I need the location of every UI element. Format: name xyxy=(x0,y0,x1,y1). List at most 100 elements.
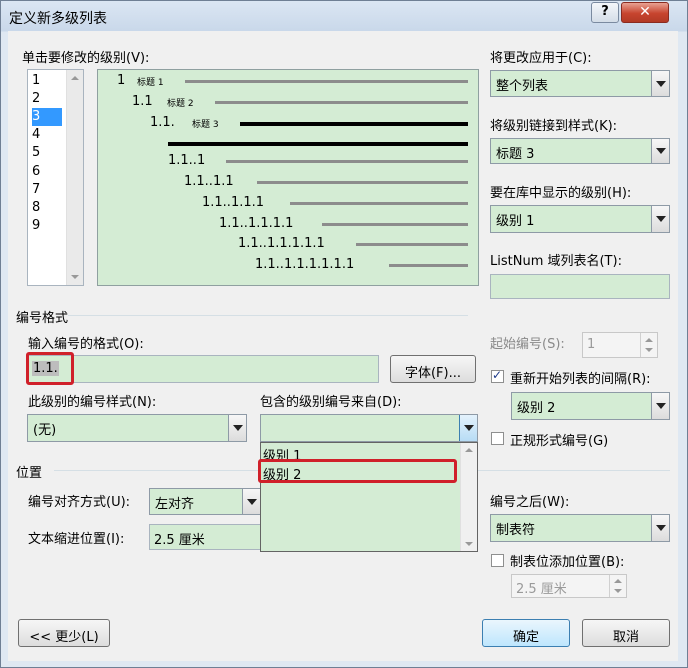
restart-checkbox[interactable] xyxy=(491,368,504,383)
preview-number: 1.1..1.1.1.1.1 xyxy=(238,236,325,251)
tab-add-checkbox[interactable] xyxy=(491,554,504,567)
include-level-dropdown-button[interactable] xyxy=(459,415,477,441)
chevron-down-icon xyxy=(656,525,666,531)
spin-down-icon[interactable] xyxy=(645,348,653,352)
preview-line xyxy=(257,181,468,184)
ok-button[interactable]: 确定 xyxy=(482,619,570,647)
preview-heading: 标题 1 xyxy=(137,78,164,88)
help-button[interactable]: ? xyxy=(591,2,619,23)
chevron-down-icon xyxy=(656,403,666,409)
cancel-button-label: 取消 xyxy=(612,630,639,645)
include-level-combo[interactable] xyxy=(260,414,478,442)
spin-down-icon[interactable] xyxy=(614,589,622,593)
preview-number: 1.1..1.1.1.1 xyxy=(219,216,294,231)
restart-level-dropdown-button[interactable] xyxy=(651,393,669,419)
listnum-field[interactable] xyxy=(490,274,670,299)
indent-spinner[interactable]: 2.5 厘米 xyxy=(149,524,261,550)
format-highlight-box xyxy=(26,352,74,385)
chevron-down-icon xyxy=(464,425,474,431)
preview-line xyxy=(168,142,468,146)
align-label: 编号对齐方式(U): xyxy=(28,495,131,510)
preview-line xyxy=(215,101,468,104)
format-input[interactable]: 1.1. xyxy=(27,355,379,383)
position-heading: 位置 xyxy=(16,466,43,481)
font-button[interactable]: 字体(F)... xyxy=(390,355,476,383)
restart-level-combo[interactable]: 级别 2 xyxy=(511,392,670,420)
apply-to-combo[interactable]: 整个列表 xyxy=(490,70,670,97)
title-bar: 定义新多级列表 ? ✕ xyxy=(1,1,687,31)
dropdown-scrollbar[interactable] xyxy=(460,443,477,551)
levels-scrollbar[interactable] xyxy=(66,70,83,285)
level-item[interactable]: 1 xyxy=(32,72,62,90)
level-item[interactable]: 2 xyxy=(32,90,62,108)
chevron-down-icon xyxy=(656,216,666,222)
number-style-value: (无) xyxy=(33,423,57,438)
level-item[interactable]: 8 xyxy=(32,199,62,217)
restart-level-value: 级别 2 xyxy=(517,401,556,416)
apply-to-value: 整个列表 xyxy=(496,79,549,94)
level-item[interactable]: 4 xyxy=(32,126,62,144)
chevron-down-icon xyxy=(233,425,243,431)
less-button[interactable]: << 更少(L) xyxy=(18,619,110,647)
tab-add-value: 2.5 厘米 xyxy=(516,582,567,597)
start-at-updown[interactable] xyxy=(640,333,657,357)
preview-line xyxy=(226,160,468,163)
start-at-spinner[interactable]: 1 xyxy=(582,332,658,358)
number-format-divider xyxy=(68,315,468,316)
scroll-down-icon[interactable] xyxy=(465,542,473,546)
preview-line xyxy=(322,223,468,226)
link-style-combo[interactable]: 标题 3 xyxy=(490,138,670,164)
align-value: 左对齐 xyxy=(155,497,195,512)
spin-up-icon[interactable] xyxy=(614,579,622,583)
preview-line xyxy=(389,264,468,267)
cancel-button[interactable]: 取消 xyxy=(582,619,670,647)
tab-add-updown[interactable] xyxy=(609,575,626,597)
gallery-level-combo[interactable]: 级别 1 xyxy=(490,205,670,233)
level-item[interactable]: 5 xyxy=(32,144,62,162)
close-icon[interactable]: ✕ xyxy=(639,4,651,20)
link-style-value: 标题 3 xyxy=(496,147,535,162)
follow-combo[interactable]: 制表符 xyxy=(490,514,670,542)
scroll-up-icon[interactable] xyxy=(71,76,79,80)
levels-listbox[interactable]: 123456789 xyxy=(27,69,84,286)
tab-add-label: 制表位添加位置(B): xyxy=(510,555,625,570)
follow-dropdown-button[interactable] xyxy=(651,515,669,541)
tab-add-spinner[interactable]: 2.5 厘米 xyxy=(511,574,627,598)
preview-number: 1.1..1.1.1.1.1.1 xyxy=(255,257,355,272)
style-label: 此级别的编号样式(N): xyxy=(28,395,157,410)
level-item[interactable]: 6 xyxy=(32,163,62,181)
number-format-heading: 编号格式 xyxy=(16,311,69,326)
preview-line xyxy=(185,80,468,83)
gallery-level-dropdown-button[interactable] xyxy=(651,206,669,232)
option-highlight-box xyxy=(258,459,457,483)
spin-up-icon[interactable] xyxy=(645,338,653,342)
listnum-label: ListNum 域列表名(T): xyxy=(490,254,622,269)
close-button[interactable]: ✕ xyxy=(621,2,669,23)
preview-number: 1.1..1.1.1 xyxy=(202,195,265,210)
level-item[interactable]: 9 xyxy=(32,217,62,235)
number-style-combo[interactable]: (无) xyxy=(27,414,247,442)
level-item[interactable]: 7 xyxy=(32,181,62,199)
preview-line xyxy=(290,202,468,205)
include-label: 包含的级别编号来自(D): xyxy=(260,395,402,410)
legal-checkbox[interactable] xyxy=(491,432,504,445)
chevron-down-icon xyxy=(247,498,257,505)
preview-number: 1 xyxy=(117,73,126,88)
number-style-dropdown-button[interactable] xyxy=(228,415,246,441)
level-item[interactable]: 3 xyxy=(32,108,62,127)
ok-button-label: 确定 xyxy=(512,630,539,645)
link-style-dropdown-button[interactable] xyxy=(651,139,669,163)
level-preview: 1 标题 1 1.1 标题 2 1.1. 标题 3 1.1..1 1.1..1.1 1.1..1… xyxy=(97,69,479,286)
align-dropdown-button[interactable] xyxy=(242,489,260,514)
preview-number: 1.1..1 xyxy=(168,153,206,168)
align-combo[interactable]: 左对齐 xyxy=(149,488,261,515)
preview-number: 1.1..1.1 xyxy=(184,174,234,189)
levels-label: 单击要修改的级别(V): xyxy=(22,51,150,66)
less-button-label: << 更少(L) xyxy=(29,630,99,645)
apply-to-dropdown-button[interactable] xyxy=(651,71,669,96)
chevron-down-icon xyxy=(656,148,666,154)
dialog-title: 定义新多级列表 xyxy=(9,11,107,27)
follow-value: 制表符 xyxy=(496,523,536,538)
scroll-down-icon[interactable] xyxy=(71,275,79,279)
scroll-up-icon[interactable] xyxy=(465,448,473,452)
